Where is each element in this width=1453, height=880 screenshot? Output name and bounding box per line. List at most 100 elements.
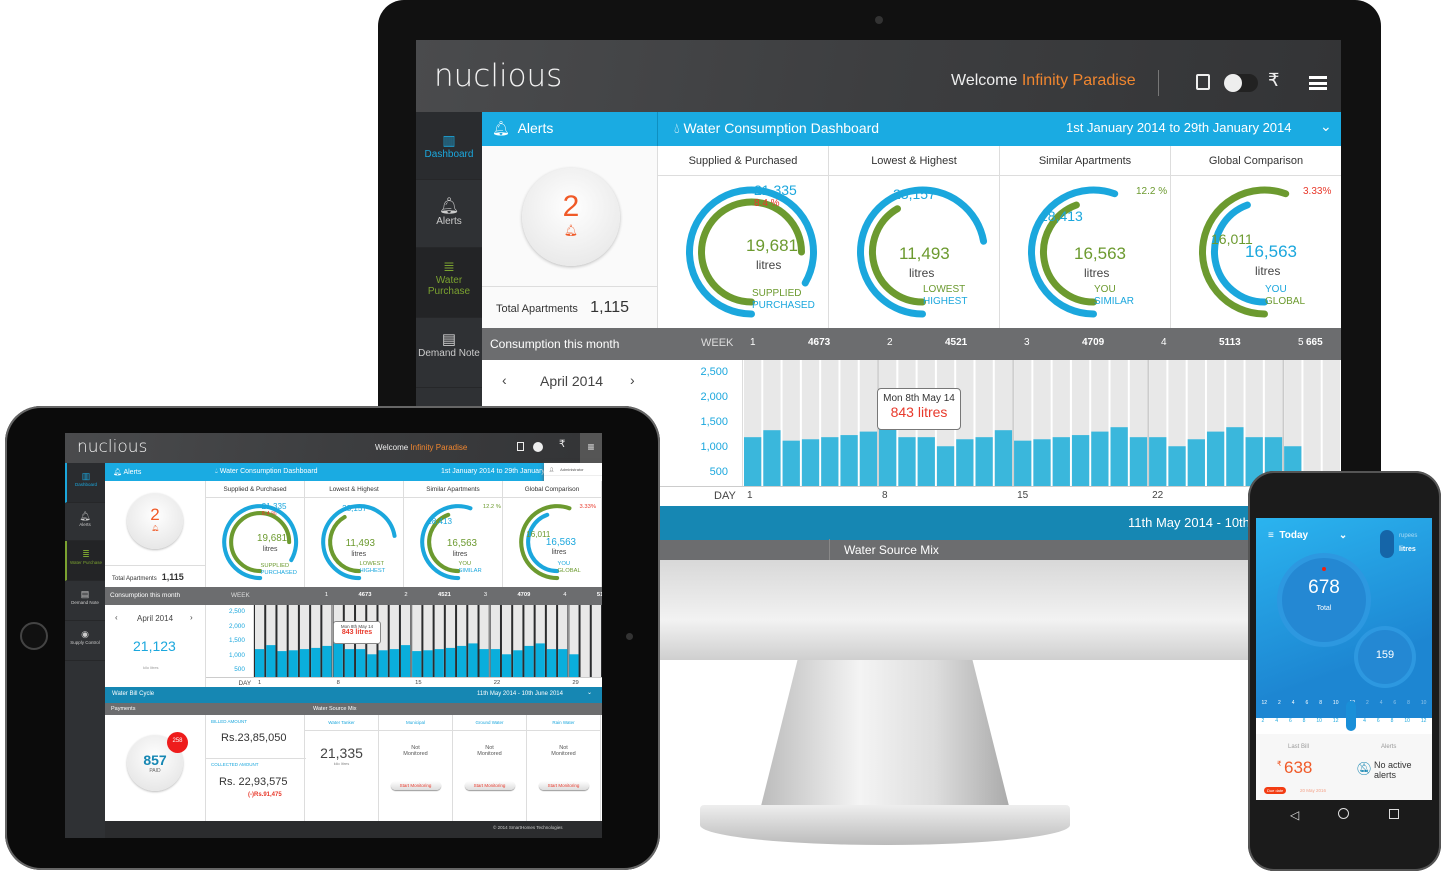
card-2[interactable]: 18,413 12.2 % 16,563 litres YOU SIMILAR <box>1000 176 1171 328</box>
bar[interactable] <box>1168 446 1186 486</box>
bar[interactable] <box>994 430 1013 486</box>
sidebar-item-water-purchase[interactable]: ≣ Water Purchase <box>416 248 482 318</box>
bar[interactable] <box>468 643 478 677</box>
hour-tick[interactable]: 10 <box>1421 700 1427 706</box>
period-selector[interactable]: ≡ Today ⌄ <box>1268 530 1347 541</box>
rupee-icon[interactable]: ₹ <box>559 439 565 450</box>
bar[interactable] <box>445 647 456 677</box>
bar[interactable] <box>956 439 974 486</box>
sidebar-item-water-purchase[interactable]: ≣ Water Purchase <box>65 541 105 581</box>
start-monitoring-button[interactable]: Start Monitoring <box>390 781 441 790</box>
card-3[interactable]: 16,011 3.33% 16,563 litres YOU GLOBAL <box>503 498 602 587</box>
sidebar-item-supply-control[interactable]: ◉ Supply Control <box>65 621 105 661</box>
hour-tick[interactable]: 10 <box>1316 718 1322 730</box>
bar[interactable] <box>490 649 500 677</box>
alert-count-badge[interactable]: 2 🔔︎ <box>127 493 183 549</box>
meter-icon[interactable] <box>1196 74 1210 90</box>
next-month-button[interactable]: › <box>190 613 193 622</box>
hour-tick[interactable]: 4 <box>1275 718 1278 730</box>
recents-button[interactable] <box>1389 809 1399 819</box>
sidebar-item-demand-note[interactable]: ▤ Demand Note <box>65 581 105 621</box>
bar[interactable] <box>821 437 839 486</box>
bar[interactable] <box>898 437 916 486</box>
bar[interactable] <box>879 427 897 486</box>
bar[interactable] <box>344 649 355 677</box>
card-1[interactable]: 23,157 11,493 litres LOWEST HIGHEST <box>829 176 1000 328</box>
bar[interactable] <box>288 650 298 677</box>
chevron-down-icon[interactable]: ⌄ <box>587 689 592 696</box>
sidebar-item-dashboard[interactable]: ▥ Dashboard <box>416 112 482 180</box>
alerts-header[interactable]: 🔔︎ Alerts <box>113 468 141 476</box>
menu-item-administrator[interactable]: 👤︎ Administrator <box>544 463 602 476</box>
prev-month-button[interactable]: ‹ <box>115 613 118 622</box>
hour-tick[interactable]: 2 <box>1366 700 1369 706</box>
bar[interactable] <box>434 649 444 677</box>
bar[interactable] <box>1206 431 1225 486</box>
toggle-icon[interactable] <box>1224 74 1258 92</box>
hour-tick[interactable]: 10 <box>1404 718 1410 730</box>
sidebar-item-alerts[interactable]: 🔔︎ Alerts <box>416 180 482 248</box>
menu-icon[interactable] <box>1309 76 1327 90</box>
start-monitoring-button[interactable]: Start Monitoring <box>538 781 589 790</box>
bar[interactable] <box>333 643 343 677</box>
bar[interactable] <box>782 440 800 486</box>
bar[interactable] <box>400 645 411 677</box>
hour-tick[interactable]: 4 <box>1292 700 1295 706</box>
bar[interactable] <box>322 645 332 677</box>
hour-tick[interactable]: 6 <box>1377 718 1380 730</box>
bar[interactable] <box>1014 440 1032 486</box>
bar[interactable] <box>1187 439 1205 486</box>
sidebar-item-demand-note[interactable]: ▤ Demand Note <box>416 318 482 388</box>
bar[interactable] <box>311 647 321 677</box>
bill-range[interactable]: 11th May 2014 - 10th June 2014 <box>477 691 563 697</box>
rupee-icon[interactable]: ₹ <box>1268 70 1279 91</box>
menu-button[interactable]: ≡ <box>580 433 602 463</box>
hour-tick[interactable]: 8 <box>1391 718 1394 730</box>
hour-tick[interactable]: 6 <box>1393 700 1396 706</box>
hour-tick[interactable]: 12 <box>1333 718 1339 730</box>
hour-tick[interactable]: 4 <box>1363 718 1366 730</box>
unit-toggle[interactable] <box>1380 530 1394 558</box>
bar[interactable] <box>558 649 568 677</box>
time-slider[interactable] <box>1346 701 1356 731</box>
user-name[interactable]: Infinity Paradise <box>410 443 467 452</box>
start-monitoring-button[interactable]: Start Monitoring <box>464 781 515 790</box>
card-0[interactable]: 21,335 8.4 % 19,681 litres SUPPLIED PURCHASED <box>206 498 305 587</box>
chevron-down-icon[interactable]: ⌄ <box>1320 118 1332 135</box>
bar[interactable] <box>917 437 935 486</box>
card-3[interactable]: 16,011 3.33% 16,563 litres YOU GLOBAL <box>1171 176 1341 328</box>
bar[interactable] <box>1052 437 1070 486</box>
hour-tick[interactable]: 12 <box>1421 718 1427 730</box>
bar[interactable] <box>840 435 858 486</box>
back-button[interactable]: ◁ <box>1290 808 1299 822</box>
bar[interactable] <box>524 645 534 677</box>
hour-tick[interactable]: 2 <box>1261 718 1264 730</box>
toggle-icon[interactable] <box>533 442 543 452</box>
next-month-button[interactable]: › <box>630 372 635 388</box>
hour-tick[interactable]: 8 <box>1319 700 1322 706</box>
home-button[interactable] <box>20 622 48 650</box>
bar[interactable] <box>501 654 512 677</box>
bar[interactable] <box>1149 437 1167 486</box>
bar[interactable] <box>479 649 489 677</box>
bar[interactable] <box>801 439 820 486</box>
bar[interactable] <box>975 437 993 486</box>
bar[interactable] <box>367 654 377 677</box>
hour-tick[interactable]: 8 <box>1407 700 1410 706</box>
bar[interactable] <box>546 649 557 677</box>
user-name[interactable]: Infinity Paradise <box>1022 72 1136 89</box>
alert-count-badge[interactable]: 2 🔔︎ <box>522 168 620 266</box>
bar[interactable] <box>378 650 388 677</box>
bar[interactable] <box>1226 427 1244 486</box>
bar[interactable] <box>1033 439 1051 486</box>
alerts-header[interactable]: 🔔︎ Alerts <box>492 120 553 137</box>
bar[interactable] <box>535 643 545 677</box>
hour-tick[interactable]: 6 <box>1305 700 1308 706</box>
card-0[interactable]: 21,335 8.4 % 19,681 litres SUPPLIED PURCHASED <box>658 176 829 328</box>
bar[interactable] <box>356 649 366 677</box>
bar[interactable] <box>1129 437 1148 486</box>
bar[interactable] <box>457 645 467 677</box>
bar[interactable] <box>569 654 579 677</box>
card-2[interactable]: 18,413 12.2 % 16,563 litres YOU SIMILAR <box>404 498 503 587</box>
bar[interactable] <box>763 430 781 486</box>
